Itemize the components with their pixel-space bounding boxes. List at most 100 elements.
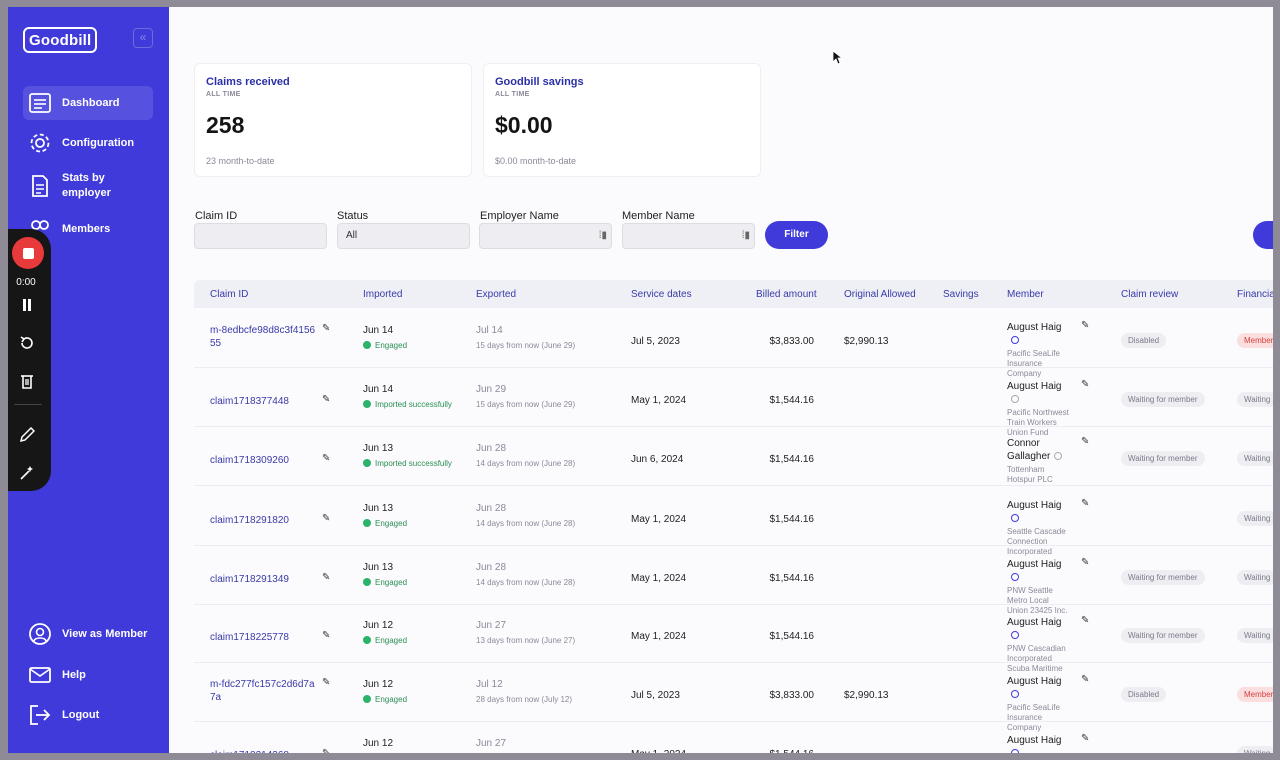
column-header[interactable]: Savings: [943, 289, 979, 300]
member-name[interactable]: August Haig: [1007, 616, 1069, 642]
edit-pencil-icon[interactable]: ✎: [1081, 733, 1089, 744]
table-row[interactable]: claim1718291820 ✎ Jun 13 Engaged Jun 28 14 da…: [194, 487, 1273, 556]
restart-icon[interactable]: [17, 333, 37, 353]
eye-icon[interactable]: [1011, 395, 1019, 403]
table-row[interactable]: m-fdc277fc157c2d6d7a7a ✎ Jun 12 Engaged Jul …: [194, 663, 1273, 732]
screen-recorder-toolbar: 0:00: [8, 229, 51, 491]
edit-pencil-icon[interactable]: ✎: [322, 323, 330, 334]
column-header[interactable]: Member: [1007, 289, 1044, 300]
column-header[interactable]: Claim ID: [210, 289, 248, 300]
collapse-sidebar-icon[interactable]: «: [133, 28, 153, 48]
member-name[interactable]: August Haig: [1007, 380, 1069, 406]
app-window: Goodbill « Dashboard Configuration Stats…: [8, 7, 1273, 753]
sidebar-item-stats-by-employer[interactable]: Stats by employer: [23, 167, 153, 205]
table-row[interactable]: m-8edbcfe98d8c3f415655 ✎ Jun 14 Engaged Jul …: [194, 309, 1273, 378]
card-title: Claims received: [206, 76, 290, 88]
table-row[interactable]: claim1718225778 ✎ Jun 12 Engaged Jun 27 13 da…: [194, 604, 1273, 673]
edit-pencil-icon[interactable]: ✎: [322, 453, 330, 464]
claim-id-link[interactable]: m-8edbcfe98d8c3f415655: [210, 324, 320, 350]
import-status-text: Engaged: [375, 695, 408, 704]
edit-pencil-icon[interactable]: ✎: [322, 394, 330, 405]
table-row[interactable]: claim1718291349 ✎ Jun 13 Engaged Jun 28 14 da…: [194, 546, 1273, 615]
edit-pencil-icon[interactable]: ✎: [322, 513, 330, 524]
table-row[interactable]: claim1718309260 ✎ Jun 13 Imported successfu…: [194, 427, 1273, 486]
eye-icon[interactable]: [1011, 631, 1019, 639]
member-name-text: Connor Gallagher: [1007, 438, 1051, 462]
eye-icon[interactable]: [1011, 573, 1019, 581]
eye-icon[interactable]: [1011, 336, 1019, 344]
sidebar-item-dashboard[interactable]: Dashboard: [23, 86, 153, 120]
member-name[interactable]: August Haig: [1007, 499, 1069, 525]
member-name[interactable]: Connor Gallagher: [1007, 437, 1069, 463]
edit-pencil-icon[interactable]: ✎: [322, 630, 330, 641]
claim-id-link[interactable]: claim1718291349: [210, 573, 320, 586]
claim-id-link[interactable]: claim1718225778: [210, 631, 320, 644]
magic-wand-icon[interactable]: [17, 463, 37, 483]
edit-pencil-icon[interactable]: ✎: [1081, 674, 1089, 685]
service-date: Jul 5, 2023: [631, 690, 680, 701]
claim-id-link[interactable]: claim1718214368: [210, 749, 320, 753]
sidebar-item-label: Logout: [62, 708, 100, 721]
status-select[interactable]: All: [337, 223, 470, 249]
edit-pencil-icon[interactable]: ✎: [1081, 557, 1089, 568]
card-title: Goodbill savings: [495, 76, 584, 88]
eye-icon[interactable]: [1054, 452, 1063, 460]
action-button[interactable]: [1253, 221, 1273, 249]
goodbill-logo[interactable]: Goodbill: [23, 27, 98, 53]
member-employer: Tottenham Hotspur PLC: [1007, 465, 1053, 484]
claim-id-link[interactable]: claim1718377448: [210, 395, 320, 408]
column-header[interactable]: Billed amount: [756, 289, 817, 300]
sidebar-item-configuration[interactable]: Configuration: [23, 126, 153, 160]
claim-review-badge: Waiting for member: [1121, 570, 1205, 585]
exported-note: 15 days from now (June 29): [476, 341, 576, 350]
pen-icon[interactable]: [17, 425, 37, 445]
sidebar-item-help[interactable]: Help: [23, 658, 153, 692]
sidebar-item-view-as-member[interactable]: View as Member: [23, 617, 153, 651]
edit-pencil-icon[interactable]: ✎: [1081, 498, 1089, 509]
table-row[interactable]: claim1718377448 ✎ Jun 14 Imported successfu…: [194, 368, 1273, 437]
column-header[interactable]: Original Allowed: [844, 289, 916, 300]
eye-icon[interactable]: [1011, 749, 1019, 753]
member-name[interactable]: August Haig: [1007, 675, 1069, 701]
claim-id-link[interactable]: claim1718291820: [210, 514, 320, 527]
check-circle-icon: [363, 695, 371, 703]
check-circle-icon: [363, 636, 371, 644]
column-header[interactable]: Service dates: [631, 289, 692, 300]
edit-pencil-icon[interactable]: ✎: [322, 572, 330, 583]
edit-pencil-icon[interactable]: ✎: [1081, 379, 1089, 390]
claim-id-link[interactable]: claim1718309260: [210, 454, 320, 467]
column-header[interactable]: Financia: [1237, 289, 1273, 300]
status-select-value: All: [346, 230, 358, 241]
imported-date: Jun 13: [363, 443, 394, 454]
employer-name-input[interactable]: ⁞▮: [479, 223, 612, 249]
stop-recording-button[interactable]: [12, 237, 44, 269]
member-name[interactable]: August Haig: [1007, 558, 1069, 584]
member-name-input[interactable]: ⁞▮: [622, 223, 755, 249]
financial-status-badge: Member: [1237, 687, 1273, 702]
member-name[interactable]: August Haig: [1007, 321, 1069, 347]
table-row[interactable]: claim1718214368✎Jun 12Jun 27May 1, 2024$…: [194, 722, 1273, 753]
column-header[interactable]: Imported: [363, 289, 402, 300]
edit-pencil-icon[interactable]: ✎: [322, 748, 330, 753]
column-header[interactable]: Exported: [476, 289, 516, 300]
eye-icon[interactable]: [1011, 514, 1019, 522]
member-name[interactable]: August Haig: [1007, 734, 1069, 753]
service-date: May 1, 2024: [631, 514, 687, 525]
claim-id-input[interactable]: [194, 223, 327, 249]
filter-button[interactable]: Filter: [765, 221, 828, 249]
edit-pencil-icon[interactable]: ✎: [1081, 436, 1089, 447]
edit-pencil-icon[interactable]: ✎: [1081, 320, 1089, 331]
trash-icon[interactable]: [17, 371, 37, 391]
column-header[interactable]: Claim review: [1121, 289, 1178, 300]
edit-pencil-icon[interactable]: ✎: [322, 677, 330, 688]
sidebar-item-logout[interactable]: Logout: [23, 698, 153, 732]
claim-review-badge: Waiting for member: [1121, 451, 1205, 466]
pause-icon[interactable]: [17, 295, 37, 315]
edit-pencil-icon[interactable]: ✎: [1081, 615, 1089, 626]
check-circle-icon: [363, 578, 371, 586]
financial-status-badge: Waiting: [1237, 451, 1273, 466]
recording-timer: 0:00: [16, 277, 36, 288]
member-cell: Connor Gallagher Tottenham Hotspur PLC: [1007, 437, 1087, 485]
eye-icon[interactable]: [1011, 690, 1019, 698]
claim-id-link[interactable]: m-fdc277fc157c2d6d7a7a: [210, 678, 320, 704]
